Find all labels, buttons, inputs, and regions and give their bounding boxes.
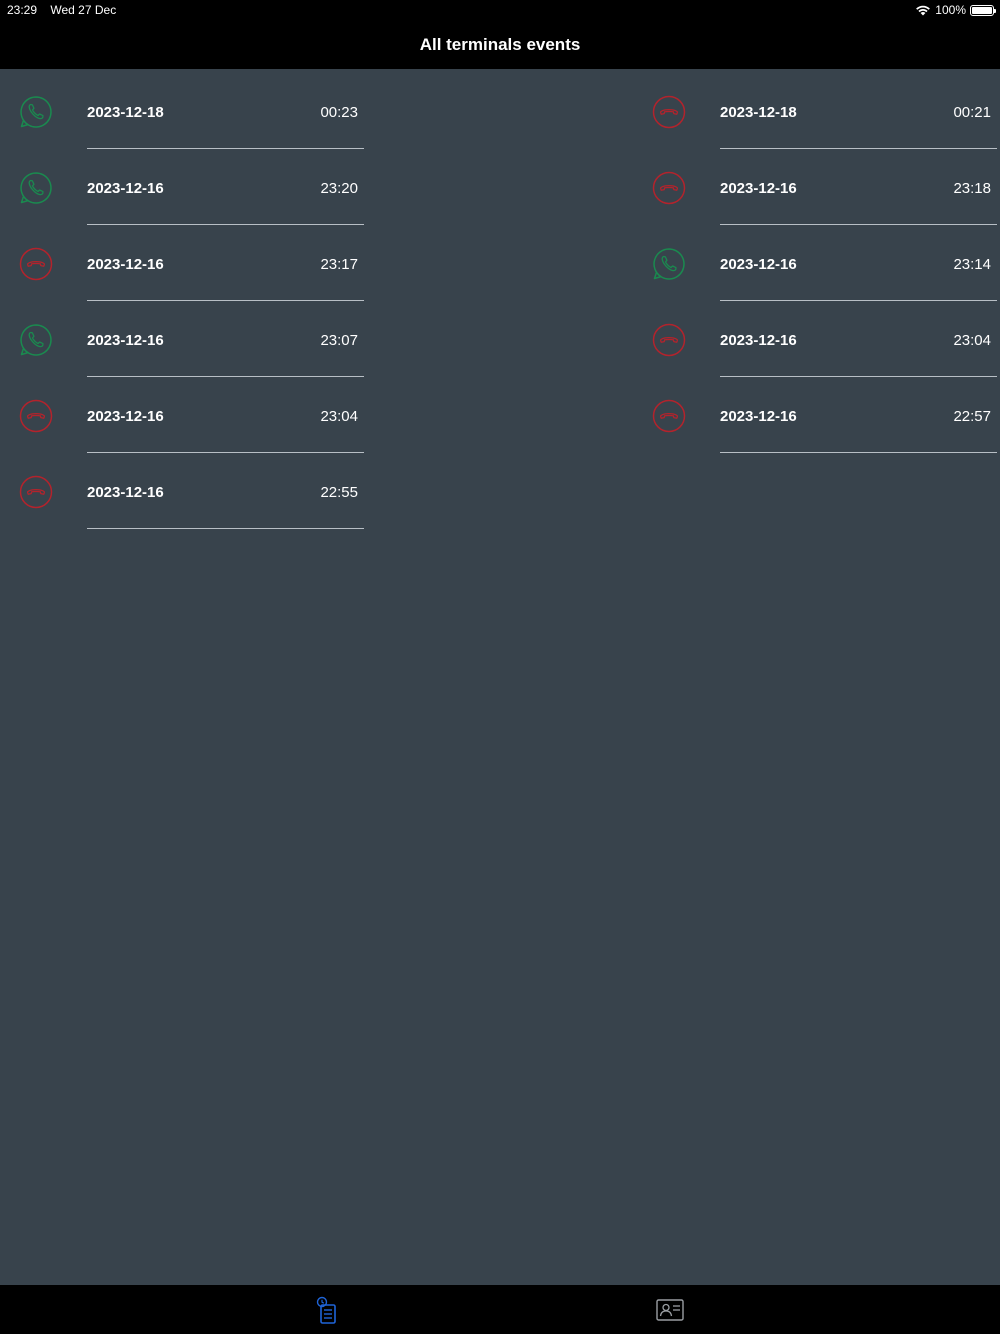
- phone-accepted-icon: [19, 171, 53, 205]
- event-date: 2023-12-16: [720, 256, 797, 273]
- event-row[interactable]: 2023-12-16 23:07: [0, 301, 364, 377]
- event-row[interactable]: 2023-12-16 23:04: [0, 377, 364, 453]
- status-date: Wed 27 Dec: [50, 3, 117, 17]
- event-time: 23:14: [953, 256, 991, 273]
- event-date: 2023-12-16: [87, 180, 164, 197]
- event-date: 2023-12-16: [720, 180, 797, 197]
- event-date: 2023-12-16: [720, 408, 797, 425]
- phone-hangup-icon: [652, 323, 686, 357]
- event-date: 2023-12-16: [87, 256, 164, 273]
- event-row[interactable]: 2023-12-16 23:14: [633, 225, 997, 301]
- phone-hangup-icon: [652, 171, 686, 205]
- event-date: 2023-12-16: [720, 332, 797, 349]
- event-date: 2023-12-16: [87, 332, 164, 349]
- status-bar: 23:29 Wed 27 Dec 100%: [0, 0, 1000, 20]
- event-row[interactable]: 2023-12-16 23:18: [633, 149, 997, 225]
- event-time: 23:20: [320, 180, 358, 197]
- contact-card-icon: [656, 1299, 684, 1321]
- event-row[interactable]: 2023-12-16 23:04: [633, 301, 997, 377]
- phone-accepted-icon: [19, 323, 53, 357]
- event-row[interactable]: 2023-12-16 22:55: [0, 453, 364, 529]
- event-row[interactable]: 2023-12-16 22:57: [633, 377, 997, 453]
- event-time: 00:23: [320, 104, 358, 121]
- phone-hangup-icon: [19, 475, 53, 509]
- nav-bar: All terminals events: [0, 20, 1000, 69]
- event-date: 2023-12-18: [720, 104, 797, 121]
- event-date: 2023-12-16: [87, 484, 164, 501]
- events-column-left: 2023-12-18 00:23 2023-12-16 23:20 2023-12-16…: [0, 73, 364, 529]
- tab-events[interactable]: [312, 1295, 342, 1325]
- phone-hangup-icon: [19, 399, 53, 433]
- status-left: 23:29 Wed 27 Dec: [7, 3, 126, 17]
- event-time: 23:04: [320, 408, 358, 425]
- page-title: All terminals events: [419, 34, 581, 54]
- events-content: 2023-12-18 00:23 2023-12-16 23:20 2023-12-16…: [0, 69, 1000, 1285]
- tab-contacts[interactable]: [655, 1295, 685, 1325]
- phone-accepted-icon: [652, 247, 686, 281]
- phone-hangup-icon: [652, 95, 686, 129]
- phone-hangup-icon: [19, 247, 53, 281]
- event-date: 2023-12-18: [87, 104, 164, 121]
- battery-icon: [970, 4, 996, 16]
- tab-bar: [0, 1285, 1000, 1334]
- phone-accepted-icon: [19, 95, 53, 129]
- event-row[interactable]: 2023-12-16 23:17: [0, 225, 364, 301]
- phone-hangup-icon: [652, 399, 686, 433]
- event-date: 2023-12-16: [87, 408, 164, 425]
- battery-percent: 100%: [935, 3, 966, 17]
- event-time: 23:17: [320, 256, 358, 273]
- event-time: 22:55: [320, 484, 358, 501]
- row-divider: [87, 528, 364, 529]
- event-time: 23:04: [953, 332, 991, 349]
- event-row[interactable]: 2023-12-18 00:21: [633, 73, 997, 149]
- event-row[interactable]: 2023-12-18 00:23: [0, 73, 364, 149]
- status-right: 100%: [915, 3, 996, 17]
- event-time: 23:07: [320, 332, 358, 349]
- events-column-right: 2023-12-18 00:21 2023-12-16 23:18 2023-12-16…: [633, 73, 997, 453]
- event-time: 23:18: [953, 180, 991, 197]
- event-time: 22:57: [953, 408, 991, 425]
- status-time: 23:29: [7, 3, 38, 17]
- call-log-icon: [316, 1296, 336, 1324]
- row-divider: [720, 452, 997, 453]
- event-time: 00:21: [953, 104, 991, 121]
- event-row[interactable]: 2023-12-16 23:20: [0, 149, 364, 225]
- wifi-icon: [916, 5, 931, 16]
